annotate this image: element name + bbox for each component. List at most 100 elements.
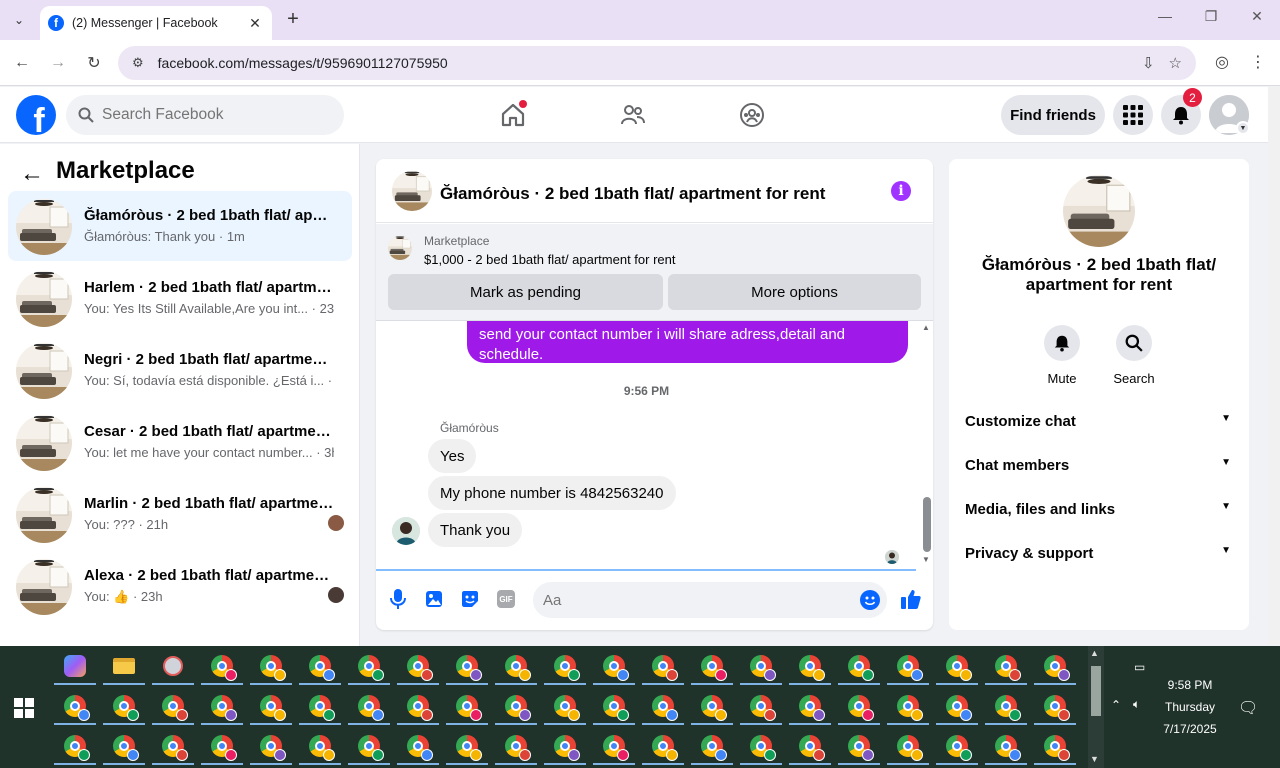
chrome-profile-icon[interactable] — [993, 693, 1021, 721]
taskbar-scroll-up-icon[interactable]: ▲ — [1090, 648, 1099, 658]
chrome-profile-icon[interactable] — [699, 733, 727, 761]
chrome-profile-icon[interactable] — [160, 693, 188, 721]
chrome-profile-icon[interactable] — [846, 733, 874, 761]
scroll-down-icon[interactable]: ▼ — [922, 555, 930, 564]
new-tab-icon[interactable]: + — [282, 8, 304, 30]
chrome-profile-icon[interactable] — [601, 693, 629, 721]
tray-show-hidden-icon[interactable]: ⌃ — [1111, 698, 1121, 712]
reload-icon[interactable]: ↻ — [83, 52, 105, 74]
restore-icon[interactable]: ❐ — [1197, 8, 1225, 25]
chrome-profile-icon[interactable] — [895, 693, 923, 721]
clock-date[interactable]: 7/17/2025 — [1150, 722, 1230, 736]
chrome-profile-icon[interactable] — [209, 653, 237, 681]
chrome-profile-icon[interactable] — [1042, 733, 1070, 761]
account-caret-icon[interactable]: ▼ — [1236, 121, 1250, 135]
file-explorer-icon[interactable] — [111, 653, 137, 679]
chrome-profile-icon[interactable] — [552, 693, 580, 721]
chrome-profile-icon[interactable] — [454, 653, 482, 681]
conversation-info-icon[interactable]: i — [891, 181, 911, 201]
like-thumbs-up-icon[interactable] — [900, 588, 922, 610]
chrome-profile-icon[interactable] — [650, 653, 678, 681]
groups-icon[interactable] — [738, 101, 766, 129]
mark-as-pending-button[interactable]: Mark as pending — [388, 274, 663, 310]
mute-button[interactable]: Mute — [1032, 325, 1092, 386]
windows-start-icon[interactable] — [14, 698, 34, 718]
minimize-icon[interactable]: — — [1151, 8, 1179, 24]
chrome-profile-icon[interactable] — [993, 653, 1021, 681]
taskbar-scrollbar[interactable]: ▲ ▼ — [1088, 646, 1104, 768]
scroll-up-icon[interactable]: ▲ — [922, 323, 930, 332]
tray-monitor-icon[interactable]: ▭ — [1134, 660, 1145, 674]
chrome-profile-icon[interactable] — [111, 693, 139, 721]
browser-tab-messenger[interactable]: f (2) Messenger | Facebook ✕ — [40, 6, 272, 40]
sender-avatar[interactable] — [392, 517, 420, 545]
back-arrow-icon[interactable]: ← — [20, 160, 44, 188]
clock-time[interactable]: 9:58 PM — [1150, 678, 1230, 692]
emoji-icon[interactable] — [860, 590, 880, 610]
chrome-profile-icon[interactable] — [209, 693, 237, 721]
chrome-profile-icon[interactable] — [699, 653, 727, 681]
notifications-bell-icon[interactable]: 2 — [1161, 88, 1202, 135]
gif-icon[interactable]: GIF — [496, 589, 516, 609]
sticker-icon[interactable] — [460, 589, 480, 609]
chrome-profile-icon[interactable] — [993, 733, 1021, 761]
profile-icon[interactable]: ◎ — [1211, 52, 1233, 72]
conversation-item[interactable]: Cesar · 2 bed 1bath flat/ apartment for … — [8, 407, 352, 477]
listing-title[interactable]: $1,000 - 2 bed 1bath flat/ apartment for… — [424, 252, 676, 267]
back-icon[interactable]: ← — [11, 52, 33, 74]
menu-grid-icon[interactable] — [1113, 95, 1153, 135]
chrome-profile-icon[interactable] — [454, 693, 482, 721]
chrome-profile-icon[interactable] — [258, 733, 286, 761]
browser-menu-icon[interactable]: ⋮ — [1247, 52, 1269, 72]
snipping-tool-icon[interactable] — [160, 653, 186, 679]
incoming-message-bubble[interactable]: My phone number is 4842563240 — [428, 476, 676, 510]
conversation-item[interactable]: Harlem · 2 bed 1bath flat/ apartment for… — [8, 263, 352, 333]
chrome-profile-icon[interactable] — [454, 733, 482, 761]
chrome-profile-icon[interactable] — [846, 653, 874, 681]
chrome-profile-icon[interactable] — [503, 733, 531, 761]
chrome-profile-icon[interactable] — [405, 653, 433, 681]
conversation-item[interactable]: Negri · 2 bed 1bath flat/ apartment for … — [8, 335, 352, 405]
chrome-profile-icon[interactable] — [356, 733, 384, 761]
tab-close-icon[interactable]: ✕ — [246, 15, 264, 32]
page-scrollbar[interactable] — [1268, 87, 1280, 645]
site-info-icon[interactable]: ⚙ — [132, 55, 144, 71]
incoming-message-bubble[interactable]: Yes — [428, 439, 477, 473]
listing-large-avatar[interactable] — [1063, 175, 1135, 247]
facebook-search-input[interactable] — [102, 106, 322, 124]
chrome-profile-icon[interactable] — [62, 733, 90, 761]
chrome-profile-icon[interactable] — [895, 733, 923, 761]
chrome-profile-icon[interactable] — [1042, 693, 1070, 721]
chrome-profile-icon[interactable] — [748, 693, 776, 721]
install-app-icon[interactable]: ⇩ — [1142, 54, 1155, 72]
scrollbar-thumb[interactable] — [923, 497, 931, 552]
chrome-profile-icon[interactable] — [797, 653, 825, 681]
forward-icon[interactable]: → — [47, 52, 69, 74]
chrome-profile-icon[interactable] — [601, 733, 629, 761]
volume-icon[interactable]: 🔈︎ — [1133, 697, 1140, 712]
close-window-icon[interactable]: ✕ — [1243, 8, 1271, 25]
chrome-profile-icon[interactable] — [650, 693, 678, 721]
chrome-profile-icon[interactable] — [601, 653, 629, 681]
mute-bell-icon[interactable] — [1044, 325, 1080, 361]
more-options-button[interactable]: More options — [668, 274, 921, 310]
chrome-profile-icon[interactable] — [258, 653, 286, 681]
voice-clip-icon[interactable] — [388, 589, 408, 609]
tab-search-chevron-icon[interactable]: ⌄ — [6, 8, 32, 32]
find-friends-button[interactable]: Find friends — [1001, 95, 1105, 135]
clock-day[interactable]: Thursday — [1150, 700, 1230, 714]
address-bar[interactable]: ⚙ facebook.com/messages/t/95969011270759… — [118, 46, 1196, 80]
chrome-profile-icon[interactable] — [797, 733, 825, 761]
chrome-profile-icon[interactable] — [405, 733, 433, 761]
conversation-item[interactable]: Ğłamóròus · 2 bed 1bath flat/ apartment … — [8, 191, 352, 261]
facebook-logo-icon[interactable]: f — [16, 95, 56, 135]
chrome-profile-icon[interactable] — [356, 653, 384, 681]
message-input-field[interactable] — [533, 582, 887, 618]
chrome-profile-icon[interactable] — [160, 733, 188, 761]
chrome-profile-icon[interactable] — [1042, 653, 1070, 681]
chrome-profile-icon[interactable] — [307, 693, 335, 721]
home-icon[interactable] — [499, 100, 527, 129]
incoming-message-bubble[interactable]: Thank you — [428, 513, 523, 547]
chrome-profile-icon[interactable] — [503, 693, 531, 721]
copilot-app-icon[interactable] — [62, 653, 88, 679]
